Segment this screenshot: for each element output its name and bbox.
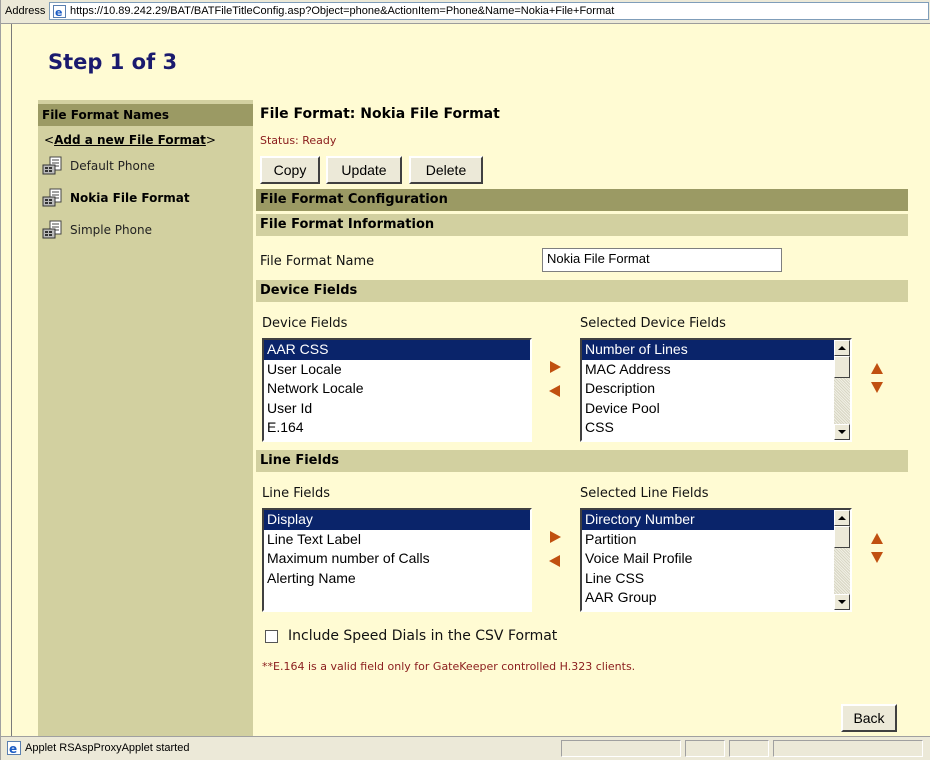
browser-window: Address e https://10.89.242.29/BAT/BATFi… <box>0 0 930 760</box>
scroll-thumb[interactable] <box>834 526 850 548</box>
chevron-down-icon <box>838 430 846 434</box>
add-link-prefix: < <box>44 133 55 147</box>
line-fields-header-label: Line Fields <box>260 453 339 468</box>
speed-dial-checkbox[interactable] <box>265 630 278 643</box>
copy-button[interactable]: Copy <box>260 156 320 184</box>
line-list-scrollbar[interactable] <box>834 510 850 610</box>
move-left-icon[interactable] <box>548 384 562 398</box>
phone-icon <box>42 188 62 207</box>
sidebar-item-label: Default Phone <box>70 159 155 173</box>
scroll-thumb[interactable] <box>834 356 850 378</box>
ie-page-icon: e <box>53 5 66 18</box>
svg-text:e: e <box>9 742 17 755</box>
list-item[interactable]: Partition <box>582 530 850 550</box>
sidebar-item-label: Nokia File Format <box>70 191 190 205</box>
phone-icon <box>42 220 62 239</box>
device-fields-list[interactable]: AAR CSS User Locale Network Locale User … <box>262 338 532 442</box>
status-pane <box>729 740 769 757</box>
status-text: Status: Ready <box>260 134 337 147</box>
back-button[interactable]: Back <box>841 704 897 732</box>
move-down-icon[interactable] <box>870 550 884 564</box>
scroll-down-button[interactable] <box>834 424 850 440</box>
e164-note: **E.164 is a valid field only for GateKe… <box>262 660 636 673</box>
device-fields-header-label: Device Fields <box>260 283 358 298</box>
list-item[interactable]: Voice Mail Profile <box>582 549 850 569</box>
line-fields-label: Line Fields <box>262 486 331 501</box>
config-header: File Format Configuration <box>256 189 908 211</box>
info-header-label: File Format Information <box>260 217 435 232</box>
device-fields-label: Device Fields <box>262 316 348 331</box>
line-fields-list[interactable]: Display Line Text Label Maximum number o… <box>262 508 532 612</box>
config-header-label: File Format Configuration <box>260 192 448 207</box>
status-pane <box>561 740 681 757</box>
sidebar-item-label: Simple Phone <box>70 223 152 237</box>
list-item[interactable]: Maximum number of Calls <box>264 549 530 569</box>
phone-icon <box>42 156 62 175</box>
list-item[interactable]: User Id <box>264 399 530 419</box>
selected-line-fields-list[interactable]: Directory Number Partition Voice Mail Pr… <box>580 508 852 612</box>
delete-button[interactable]: Delete <box>409 156 483 184</box>
list-item[interactable]: AAR Group <box>582 588 850 608</box>
list-item[interactable]: Display <box>264 510 530 530</box>
selected-device-fields-list[interactable]: Number of Lines MAC Address Description … <box>580 338 852 442</box>
file-format-name-input[interactable]: Nokia File Format <box>542 248 782 272</box>
move-left-icon[interactable] <box>548 554 562 568</box>
list-item[interactable]: Directory Number <box>582 510 834 530</box>
status-pane <box>685 740 725 757</box>
svg-text:e: e <box>55 6 62 18</box>
list-item[interactable]: Alerting Name <box>264 569 530 589</box>
sidebar: File Format Names <Add a new File Format… <box>38 100 253 736</box>
selected-device-fields-label: Selected Device Fields <box>580 316 726 331</box>
move-down-icon[interactable] <box>870 380 884 394</box>
add-link-suffix: > <box>205 133 216 147</box>
chevron-up-icon <box>838 516 846 520</box>
status-bar-text: Applet RSAspProxyApplet started <box>25 742 190 754</box>
device-list-scrollbar[interactable] <box>834 340 850 440</box>
move-up-icon[interactable] <box>870 532 884 546</box>
add-link-label[interactable]: Add a new File Format <box>54 133 206 147</box>
scroll-down-button[interactable] <box>834 594 850 610</box>
file-format-name-label: File Format Name <box>260 254 375 269</box>
page-content: Step 1 of 3 File Format Names <Add a new… <box>11 24 930 736</box>
add-file-format-link[interactable]: <Add a new File Format> <box>44 133 216 147</box>
address-url[interactable]: https://10.89.242.29/BAT/BATFileTitleCon… <box>70 5 614 17</box>
file-format-title: File Format: Nokia File Format <box>260 106 500 122</box>
list-item[interactable]: Line CSS <box>582 569 850 589</box>
list-item[interactable]: Device Pool <box>582 399 850 419</box>
ie-page-icon: e <box>7 741 21 755</box>
address-label: Address <box>5 5 46 17</box>
info-header: File Format Information <box>256 214 908 236</box>
sidebar-heading: File Format Names <box>38 104 253 126</box>
status-pane <box>773 740 923 757</box>
update-button[interactable]: Update <box>326 156 402 184</box>
move-right-icon[interactable] <box>548 360 562 374</box>
list-item[interactable]: Network Locale <box>264 379 530 399</box>
list-item[interactable]: E.164 <box>264 418 530 438</box>
address-field[interactable]: e https://10.89.242.29/BAT/BATFileTitleC… <box>49 2 929 20</box>
move-up-icon[interactable] <box>870 362 884 376</box>
list-item[interactable]: AAR CSS <box>264 340 530 360</box>
list-item[interactable]: User Locale <box>264 360 530 380</box>
scroll-up-button[interactable] <box>834 340 850 356</box>
list-item[interactable]: Description <box>582 379 850 399</box>
device-fields-header: Device Fields <box>256 280 908 302</box>
page-title: Step 1 of 3 <box>48 50 178 74</box>
list-item[interactable]: Line Text Label <box>264 530 530 550</box>
list-item[interactable]: Number of Lines <box>582 340 834 360</box>
move-right-icon[interactable] <box>548 530 562 544</box>
line-fields-header: Line Fields <box>256 450 908 472</box>
selected-line-fields-label: Selected Line Fields <box>580 486 709 501</box>
chevron-down-icon <box>838 600 846 604</box>
sidebar-heading-label: File Format Names <box>42 108 170 122</box>
address-bar: Address e https://10.89.242.29/BAT/BATFi… <box>1 0 930 24</box>
speed-dial-label: Include Speed Dials in the CSV Format <box>288 628 558 644</box>
chevron-up-icon <box>838 346 846 350</box>
list-item[interactable]: MAC Address <box>582 360 850 380</box>
list-item[interactable]: CSS <box>582 418 850 438</box>
scroll-up-button[interactable] <box>834 510 850 526</box>
status-bar: e Applet RSAspProxyApplet started <box>1 736 930 760</box>
